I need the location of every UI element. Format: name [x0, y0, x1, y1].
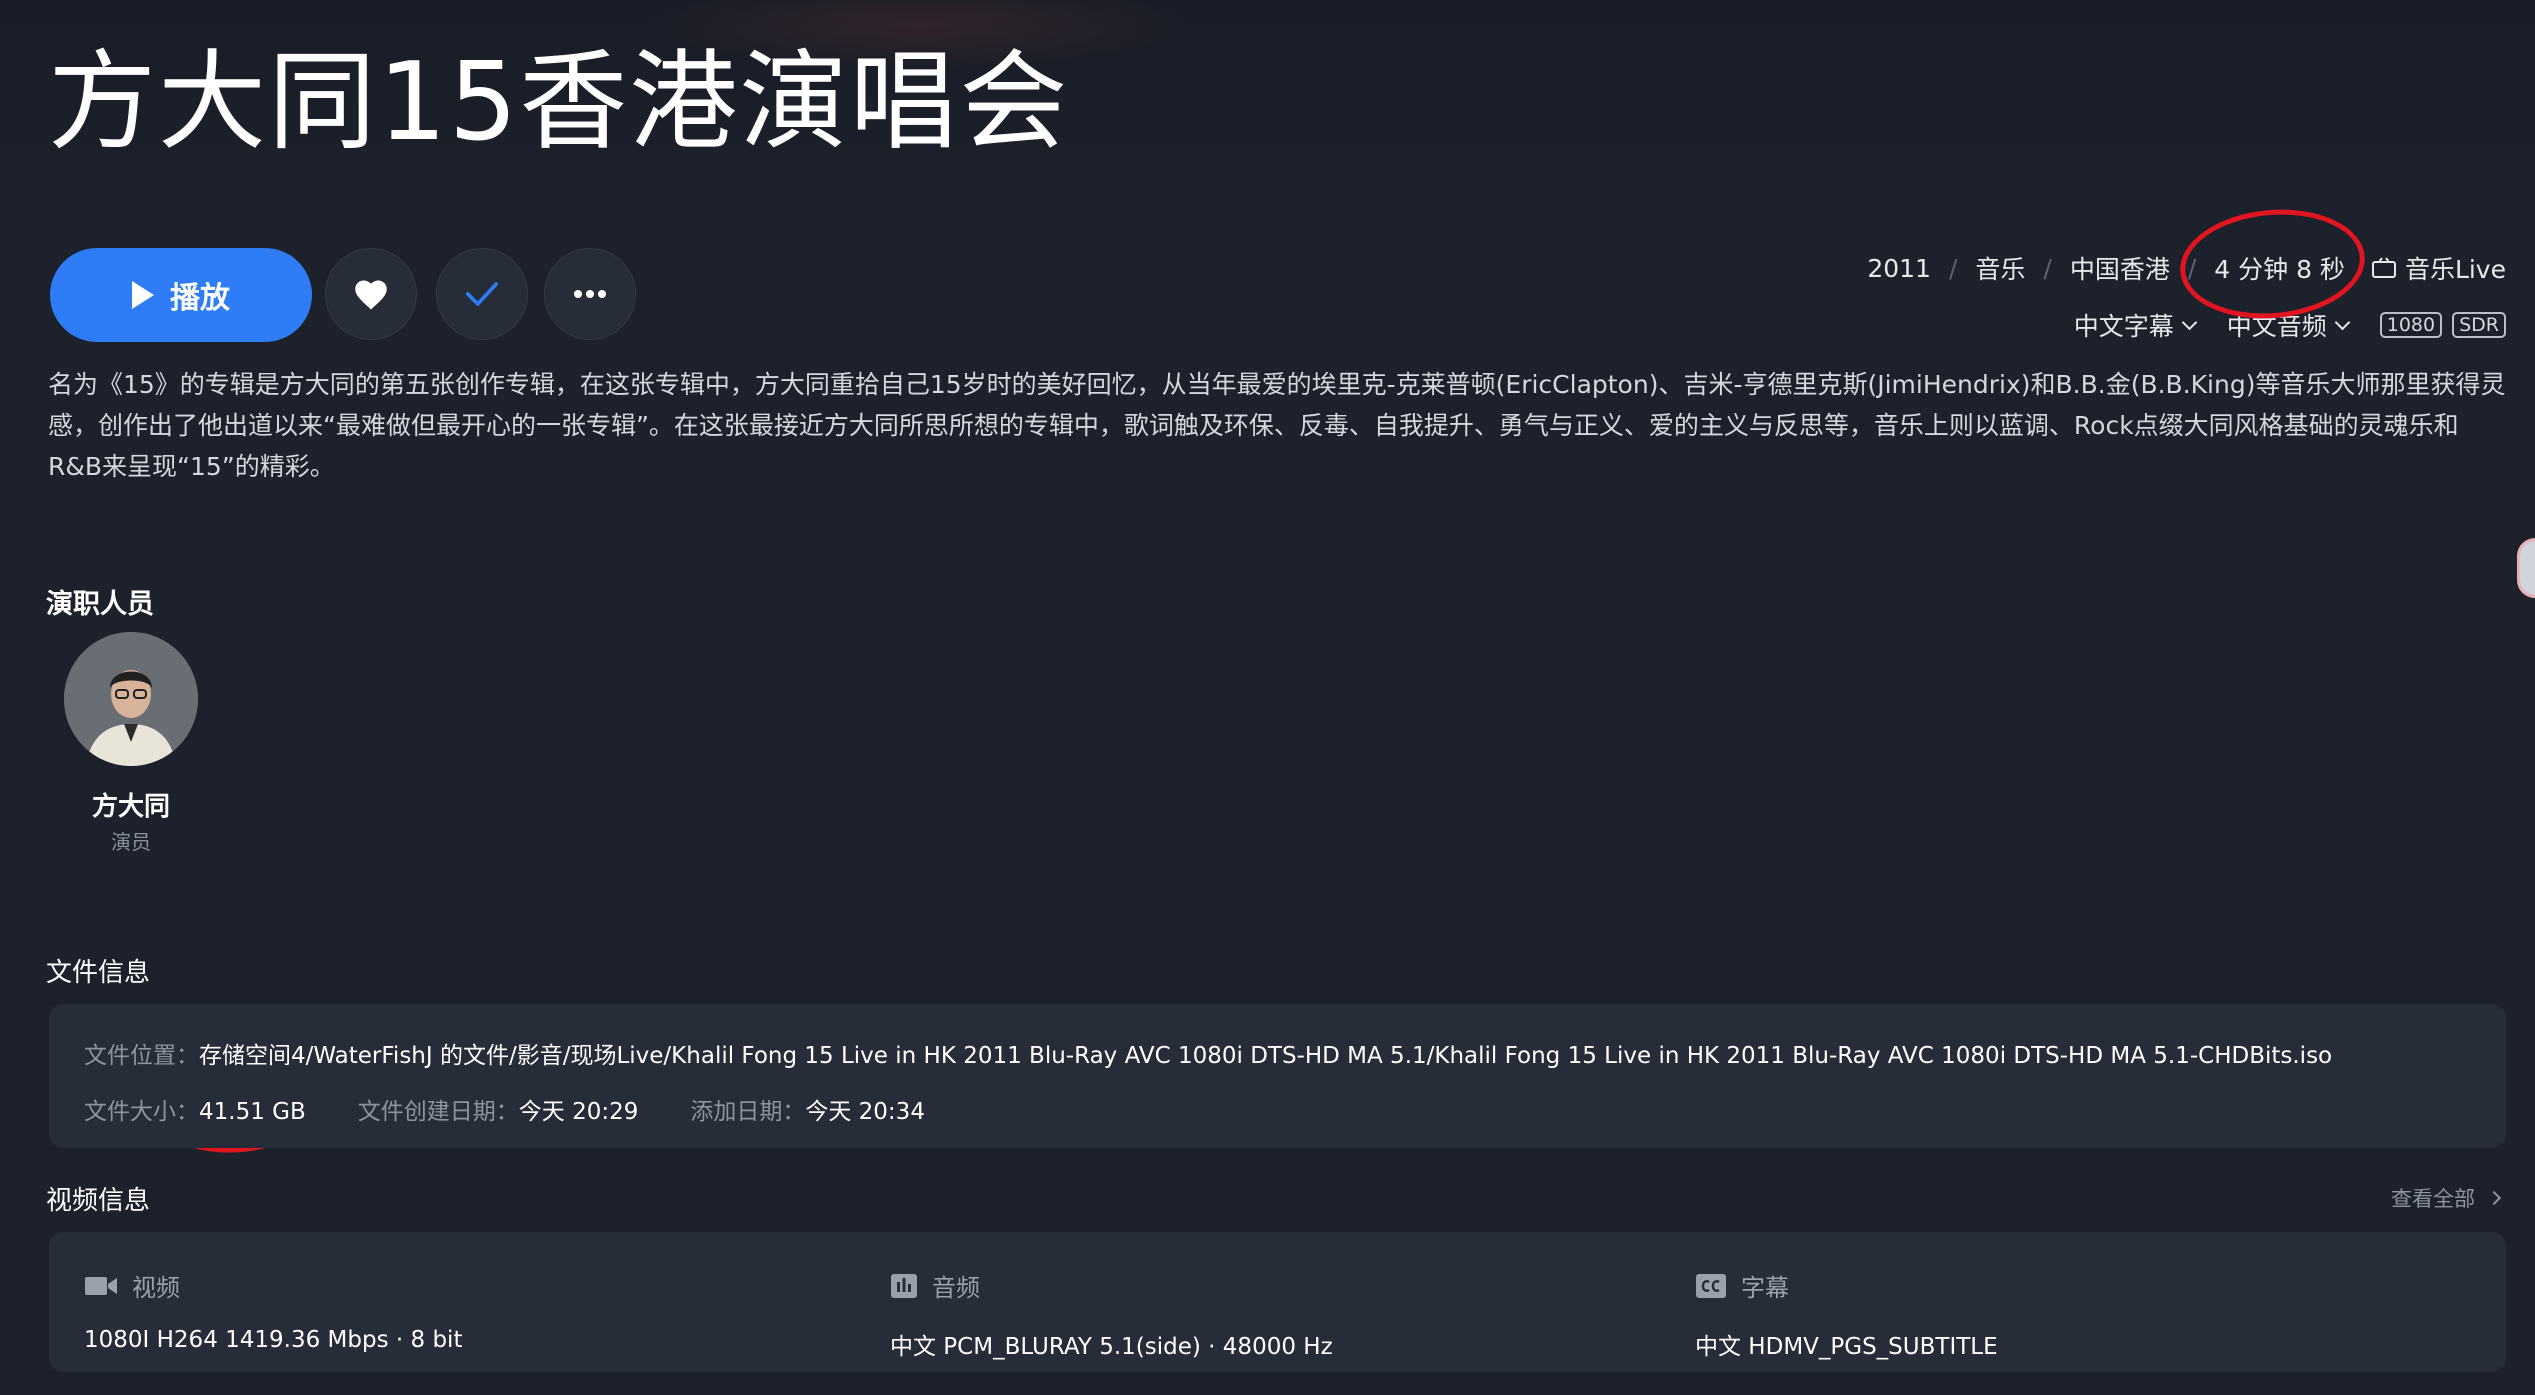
- play-button[interactable]: 播放: [50, 248, 312, 342]
- view-all-label: 查看全部: [2391, 1187, 2475, 1211]
- subtitle-stream-info: 字幕 中文 HDMV_PGS_SUBTITLE: [1695, 1268, 1998, 1361]
- audio-stream-label: 音频: [932, 1274, 980, 1302]
- video-stream-info: 视频 1080I H264 1419.36 Mbps · 8 bit: [84, 1268, 462, 1353]
- file-added-label: 添加日期：: [690, 1099, 806, 1125]
- audio-stream-value: 中文 PCM_BLURAY 5.1(side) · 48000 Hz: [890, 1334, 1333, 1360]
- meta-category-label: 音乐Live: [2404, 255, 2506, 284]
- chevron-right-icon: [2486, 1190, 2502, 1206]
- mark-watched-button[interactable]: [436, 248, 528, 340]
- file-location-value: 存储空间4/WaterFishJ 的文件/影音/现场Live/Khalil Fo…: [199, 1043, 2333, 1069]
- media-info-panel: 视频 1080I H264 1419.36 Mbps · 8 bit 音频 中文…: [49, 1232, 2506, 1372]
- meta-separator: /: [1948, 253, 1958, 283]
- file-created-label: 文件创建日期：: [357, 1099, 519, 1125]
- hdr-badge: SDR: [2452, 312, 2506, 338]
- meta-separator: /: [2043, 253, 2052, 283]
- meta-region: 中国香港: [2069, 255, 2170, 284]
- avatar[interactable]: [64, 632, 198, 766]
- cast-member-name[interactable]: 方大同: [40, 786, 222, 823]
- video-camera-icon: [85, 1276, 117, 1295]
- subtitle-stream-label: 字幕: [1741, 1274, 1789, 1302]
- page-title: 方大同15香港演唱会: [48, 40, 1070, 165]
- more-options-button[interactable]: [544, 248, 636, 340]
- subtitle-stream-value: 中文 HDMV_PGS_SUBTITLE: [1695, 1334, 1998, 1360]
- folder-icon: [2371, 257, 2396, 278]
- play-button-label: 播放: [170, 281, 230, 316]
- video-stream-label: 视频: [132, 1274, 180, 1302]
- view-all-link[interactable]: 查看全部: [2391, 1183, 2502, 1213]
- file-location-row: 文件位置：存储空间4/WaterFishJ 的文件/影音/现场Live/Khal…: [84, 1036, 2332, 1070]
- file-location-label: 文件位置：: [84, 1043, 199, 1069]
- chevron-down-icon: [2334, 314, 2351, 330]
- heart-icon: [355, 280, 387, 310]
- file-size-value: 41.51 GB: [199, 1099, 306, 1125]
- cast-member-role: 演员: [111, 830, 151, 854]
- file-info-panel: 文件位置：存储空间4/WaterFishJ 的文件/影音/现场Live/Khal…: [49, 1004, 2506, 1148]
- favorite-button[interactable]: [325, 248, 417, 340]
- checkmark-icon: [465, 282, 499, 306]
- chevron-down-icon: [2181, 314, 2197, 330]
- file-info-title: 文件信息: [46, 958, 151, 988]
- meta-genre: 音乐: [1975, 255, 2026, 284]
- description: 名为《15》的专辑是方大同的第五张创作专辑，在这张专辑中，方大同重拾自己15岁时…: [48, 370, 2506, 481]
- file-created-value: 今天 20:29: [518, 1099, 639, 1125]
- cast-section-title: 演职人员: [46, 589, 154, 620]
- file-details-row: 文件大小：41.51 GB 文件创建日期：今天 20:29 添加日期：今天 20:3…: [84, 1092, 925, 1126]
- side-panel-handle[interactable]: [2517, 538, 2535, 598]
- audio-icon: [891, 1273, 917, 1298]
- meta-year: 2011: [1867, 253, 1931, 283]
- closed-caption-icon: [1696, 1273, 1726, 1298]
- subtitle-dropdown[interactable]: 中文字幕: [2073, 307, 2197, 343]
- play-icon: [132, 281, 154, 309]
- cast-photo: [64, 632, 198, 766]
- file-added-value: 今天 20:34: [805, 1099, 925, 1125]
- more-icon: [574, 290, 606, 298]
- video-stream-value: 1080I H264 1419.36 Mbps · 8 bit: [84, 1327, 463, 1353]
- video-info-title: 视频信息: [46, 1186, 151, 1216]
- meta-category: 音乐Live: [2371, 250, 2506, 286]
- file-size-label: 文件大小：: [84, 1099, 199, 1125]
- audio-stream-info: 音频 中文 PCM_BLURAY 5.1(side) · 48000 Hz: [890, 1268, 1333, 1361]
- resolution-badge: 1080: [2379, 312, 2443, 338]
- subtitle-dropdown-label: 中文字幕: [2073, 312, 2174, 341]
